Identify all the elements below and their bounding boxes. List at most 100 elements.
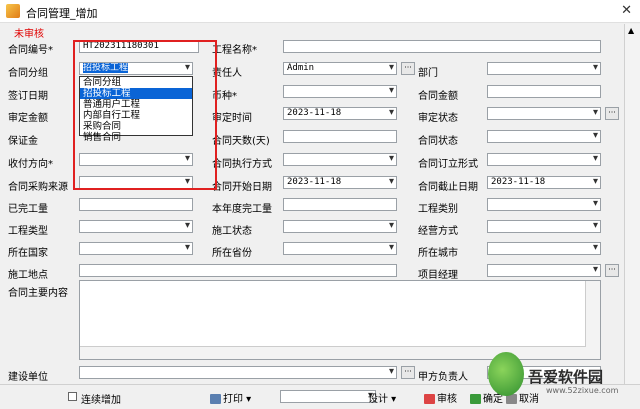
- print-label: 打印: [223, 394, 243, 405]
- operation-mode-select[interactable]: [487, 220, 601, 233]
- year-completed-input[interactable]: [283, 198, 397, 211]
- audit-icon: [424, 394, 435, 404]
- payment-direction-select[interactable]: [79, 153, 193, 166]
- project-manager-select[interactable]: [487, 264, 601, 277]
- responsible-label: 责任人: [212, 68, 242, 79]
- payment-direction-label: 收付方向*: [8, 159, 53, 170]
- contract-group-label: 合同分组: [8, 68, 48, 79]
- end-date-label: 合同截止日期: [418, 182, 478, 193]
- contract-days-label: 合同天数(天): [212, 136, 270, 147]
- project-manager-browse-button[interactable]: ···: [605, 264, 619, 277]
- print-template-select[interactable]: [280, 390, 376, 403]
- print-button[interactable]: 打印 ▾: [210, 390, 251, 405]
- project-category-label: 工程类别: [418, 204, 458, 215]
- approve-time-label: 审定时间: [212, 113, 252, 124]
- window-title: 合同管理_增加: [26, 7, 98, 20]
- start-date-input[interactable]: 2023-11-18: [283, 176, 397, 189]
- year-completed-label: 本年度完工量: [212, 204, 272, 215]
- builder-select[interactable]: [79, 366, 397, 379]
- project-type-label: 工程类型: [8, 226, 48, 237]
- printer-icon: [210, 394, 221, 404]
- audit-status: 未审核: [14, 29, 44, 40]
- contract-status-select[interactable]: [487, 130, 601, 143]
- project-manager-label: 项目经理: [418, 270, 458, 281]
- app-icon: [6, 4, 20, 18]
- site-input[interactable]: [79, 264, 397, 277]
- contract-no-label: 合同编号*: [8, 45, 53, 56]
- approved-amount-label: 审定金额: [8, 113, 48, 124]
- city-label: 所在城市: [418, 248, 458, 259]
- dropdown-option[interactable]: 普通用户工程: [80, 99, 192, 110]
- watermark-url: www.52zixue.com: [546, 386, 619, 395]
- contract-group-select[interactable]: 招投标工程: [79, 62, 193, 75]
- title-bar: 合同管理_增加 ✕: [0, 0, 640, 23]
- dropdown-option[interactable]: 内部自行工程: [80, 110, 192, 121]
- execution-mode-label: 合同执行方式: [212, 159, 272, 170]
- contract-group-dropdown[interactable]: 合同分组 招投标工程 普通用户工程 内部自行工程 采购合同 销售合同: [79, 76, 193, 143]
- approve-status-browse-button[interactable]: ···: [605, 107, 619, 120]
- contract-status-label: 合同状态: [418, 136, 458, 147]
- department-select[interactable]: [487, 62, 601, 75]
- currency-select[interactable]: [283, 85, 397, 98]
- department-label: 部门: [418, 68, 438, 79]
- main-content-label: 合同主要内容: [8, 288, 68, 299]
- purchase-source-label: 合同采购来源: [8, 182, 68, 193]
- watermark-logo-icon: [488, 352, 524, 396]
- province-label: 所在省份: [212, 248, 252, 259]
- end-date-input[interactable]: 2023-11-18: [487, 176, 601, 189]
- signing-form-label: 合同订立形式: [418, 159, 478, 170]
- dropdown-option[interactable]: 采购合同: [80, 121, 192, 132]
- main-content-textarea[interactable]: [79, 280, 601, 360]
- city-select[interactable]: [487, 242, 601, 255]
- builder-label: 建设单位: [8, 372, 48, 383]
- start-date-label: 合同开始日期: [212, 182, 272, 193]
- continuous-add-checkbox[interactable]: [68, 392, 77, 401]
- currency-label: 币种*: [212, 91, 237, 102]
- contract-amount-input[interactable]: [487, 85, 601, 98]
- audit-button[interactable]: 审核: [424, 390, 457, 405]
- execution-mode-select[interactable]: [283, 153, 397, 166]
- continuous-add-label: 连续增加: [81, 395, 121, 406]
- watermark: 吾爱软件园 www.52zixue.com: [484, 350, 634, 402]
- project-name-label: 工程名称*: [212, 45, 257, 56]
- audit-label: 审核: [437, 394, 457, 405]
- dropdown-option-selected[interactable]: 招投标工程: [80, 88, 192, 99]
- construction-status-label: 施工状态: [212, 226, 252, 237]
- check-icon: [470, 394, 481, 404]
- dropdown-option[interactable]: 合同分组: [80, 77, 192, 88]
- contract-group-value: 招投标工程: [83, 63, 129, 73]
- construction-status-select[interactable]: [283, 220, 397, 233]
- province-select[interactable]: [283, 242, 397, 255]
- contract-amount-label: 合同金额: [418, 91, 458, 102]
- project-name-input[interactable]: [283, 40, 601, 53]
- deposit-label: 保证金: [8, 136, 38, 147]
- dropdown-option[interactable]: 销售合同: [80, 132, 192, 143]
- design-button[interactable]: 设计 ▾: [368, 390, 396, 405]
- country-label: 所在国家: [8, 248, 48, 259]
- watermark-text: 吾爱软件园: [528, 368, 604, 386]
- sign-date-label: 签订日期: [8, 91, 48, 102]
- project-category-select[interactable]: [487, 198, 601, 211]
- site-label: 施工地点: [8, 270, 48, 281]
- responsible-browse-button[interactable]: ···: [401, 62, 415, 75]
- form-scrollbar[interactable]: ▲: [624, 24, 640, 384]
- purchase-source-select[interactable]: [79, 176, 193, 189]
- completed-work-input[interactable]: [79, 198, 193, 211]
- responsible-select[interactable]: Admin: [283, 62, 397, 75]
- operation-mode-label: 经营方式: [418, 226, 458, 237]
- approve-status-label: 审定状态: [418, 113, 458, 124]
- design-label: 设计: [368, 394, 388, 405]
- approve-status-select[interactable]: [487, 107, 601, 120]
- completed-work-label: 已完工量: [8, 204, 48, 215]
- signing-form-select[interactable]: [487, 153, 601, 166]
- scroll-up-icon[interactable]: ▲: [628, 26, 634, 35]
- main-content-scrollbar-v[interactable]: [585, 281, 600, 359]
- country-select[interactable]: [79, 242, 193, 255]
- party-a-owner-label: 甲方负责人: [418, 372, 468, 383]
- contract-no-input[interactable]: HT202311180301: [79, 40, 199, 53]
- close-icon[interactable]: ✕: [621, 3, 632, 18]
- approve-time-input[interactable]: 2023-11-18: [283, 107, 397, 120]
- builder-browse-button[interactable]: ···: [401, 366, 415, 379]
- contract-days-input[interactable]: [283, 130, 397, 143]
- project-type-select[interactable]: [79, 220, 193, 233]
